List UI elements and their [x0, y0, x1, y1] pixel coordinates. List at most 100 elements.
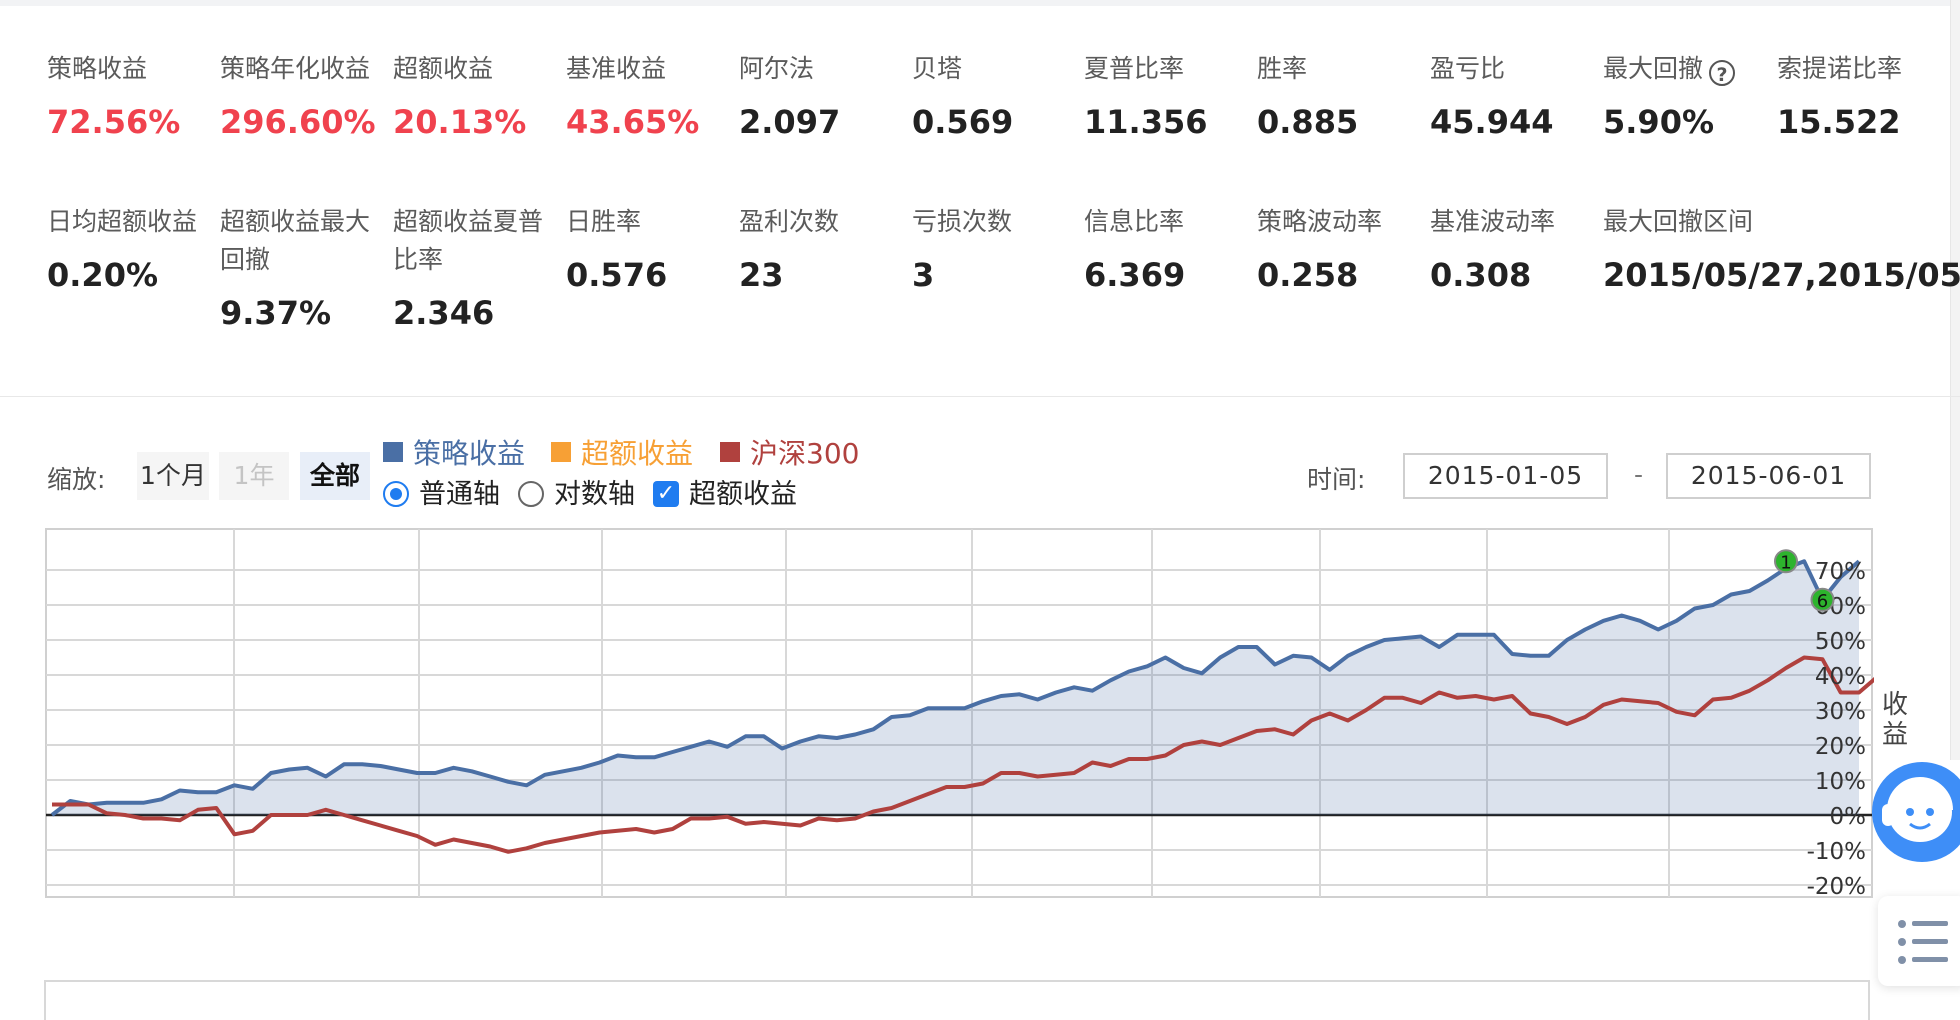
legend-hs300-label: 沪深300 [750, 437, 860, 470]
excess-return-checkbox-label: 超额收益 [689, 479, 797, 510]
metric-6: 贝塔 0.569 [912, 50, 1082, 142]
returns-chart[interactable]: 70%60%50%40%30%20%10%0%-10%-20%16 [44, 527, 1874, 899]
log-axis-option[interactable]: 对数轴 [518, 478, 635, 512]
metric-row2-8: 策略波动率 0.258 [1257, 203, 1427, 295]
metric-2: 策略年化收益 296.60% [220, 50, 390, 142]
menu-list-button[interactable] [1878, 896, 1960, 986]
metric-label: 策略年化收益 [220, 54, 371, 83]
metric-label: 基准收益 [566, 54, 667, 83]
metric-value: 0.20% [47, 256, 159, 294]
metric-label: 盈亏比 [1430, 54, 1506, 83]
page-scrollbar[interactable] [1950, 0, 1960, 760]
legend-hs300-swatch [720, 442, 740, 462]
metric-label: 超额收益 [393, 54, 494, 83]
metric-row2-4: 日胜率 0.576 [566, 203, 736, 295]
metric-row2-6: 亏损次数 3 [912, 203, 1082, 295]
metric-row2-10: 最大回撤区间 2015/05/27,2015/05/2 [1603, 203, 1960, 295]
metric-value: 2015/05/27,2015/05/2 [1603, 256, 1960, 294]
metric-label: 夏普比率 [1084, 54, 1185, 83]
metric-value: 45.944 [1430, 103, 1554, 141]
metric-label: 信息比率 [1084, 207, 1185, 236]
metric-5: 阿尔法 2.097 [739, 50, 909, 142]
legend-excess[interactable]: 超额收益 [551, 436, 693, 472]
metric-value: 5.90% [1603, 103, 1715, 141]
metric-value: 0.885 [1257, 103, 1359, 141]
y-tick-label: 20% [1815, 734, 1866, 760]
zoom-label: 缩放: [47, 465, 106, 494]
metric-1: 策略收益 72.56% [47, 50, 217, 142]
metric-value: 0.258 [1257, 256, 1359, 294]
legend-strategy-swatch [383, 442, 403, 462]
excess-return-checkbox[interactable]: ✓ [653, 480, 679, 507]
help-icon[interactable]: ? [1709, 59, 1736, 86]
zoom-1-month-button[interactable]: 1个月 [137, 452, 209, 500]
metric-row2-3: 超额收益夏普比率 2.346 [393, 203, 563, 333]
metric-value: 43.65% [566, 103, 700, 141]
legend-hs300[interactable]: 沪深300 [720, 436, 859, 472]
metric-label: 亏损次数 [912, 207, 1013, 236]
excess-return-option[interactable]: ✓ 超额收益 [653, 478, 797, 512]
normal-axis-option[interactable]: 普通轴 [383, 478, 500, 512]
trade-marker-label: 6 [1817, 591, 1828, 612]
metric-label: 阿尔法 [739, 54, 815, 83]
legend-strategy-label: 策略收益 [413, 437, 526, 470]
list-icon [1898, 920, 1948, 964]
legend-excess-swatch [551, 442, 571, 462]
metric-value: 72.56% [47, 103, 181, 141]
y-tick-label: -20% [1807, 874, 1866, 899]
metric-9: 盈亏比 45.944 [1430, 50, 1600, 142]
log-axis-radio[interactable] [518, 480, 544, 507]
time-label: 时间: [1307, 465, 1366, 494]
metric-value: 0.569 [912, 103, 1014, 141]
navigator-panel[interactable] [44, 980, 1870, 1020]
metric-label: 策略波动率 [1257, 207, 1383, 236]
zoom-1-year-button[interactable]: 1年 [219, 452, 289, 500]
metric-value: 2.097 [739, 103, 841, 141]
legend-strategy[interactable]: 策略收益 [383, 436, 525, 472]
metric-3: 超额收益 20.13% [393, 50, 563, 142]
metric-row2-2: 超额收益最大回撤 9.37% [220, 203, 390, 333]
top-bar [0, 0, 1960, 6]
metric-label: 贝塔 [912, 54, 963, 83]
metric-10: 最大回撤? 5.90% [1603, 50, 1773, 142]
metric-8: 胜率 0.885 [1257, 50, 1427, 142]
metric-label: 胜率 [1257, 54, 1308, 83]
metric-value: 0.576 [566, 256, 668, 294]
metric-4: 基准收益 43.65% [566, 50, 736, 142]
log-axis-label: 对数轴 [554, 479, 635, 510]
metric-row2-5: 盈利次数 23 [739, 203, 909, 295]
y-tick-label: 70% [1815, 559, 1866, 585]
metric-value: 15.522 [1777, 103, 1901, 141]
metric-row2-9: 基准波动率 0.308 [1430, 203, 1600, 295]
section-divider [0, 396, 1960, 397]
date-separator: - [1634, 460, 1644, 489]
zoom-all-button[interactable]: 全部 [300, 452, 370, 500]
metric-value: 6.369 [1084, 256, 1186, 294]
metric-label: 日均超额收益 [47, 207, 198, 236]
headset-icon [1882, 777, 1953, 842]
metric-label: 最大回撤区间 [1603, 207, 1754, 236]
y-axis-title: 收益 [1882, 690, 1909, 750]
y-tick-label: -10% [1807, 839, 1866, 865]
metric-label: 索提诺比率 [1777, 54, 1903, 83]
y-tick-label: 0% [1830, 804, 1867, 830]
metric-11: 索提诺比率 15.522 [1777, 50, 1947, 142]
metric-label: 盈利次数 [739, 207, 840, 236]
metric-value: 3 [912, 256, 935, 294]
y-tick-label: 40% [1815, 664, 1866, 690]
metric-row2-7: 信息比率 6.369 [1084, 203, 1254, 295]
trade-marker-label: 1 [1780, 552, 1791, 573]
metric-value: 11.356 [1084, 103, 1208, 141]
y-tick-label: 30% [1815, 699, 1866, 725]
metric-value: 296.60% [220, 103, 376, 141]
end-date-input[interactable]: 2015-06-01 [1666, 453, 1871, 499]
start-date-input[interactable]: 2015-01-05 [1403, 453, 1608, 499]
metric-label: 策略收益 [47, 54, 148, 83]
metric-value: 20.13% [393, 103, 527, 141]
normal-axis-label: 普通轴 [419, 479, 500, 510]
y-tick-label: 10% [1815, 769, 1866, 795]
metric-value: 0.308 [1430, 256, 1532, 294]
metric-label: 最大回撤 [1603, 54, 1704, 83]
normal-axis-radio[interactable] [383, 480, 409, 507]
metric-7: 夏普比率 11.356 [1084, 50, 1254, 142]
